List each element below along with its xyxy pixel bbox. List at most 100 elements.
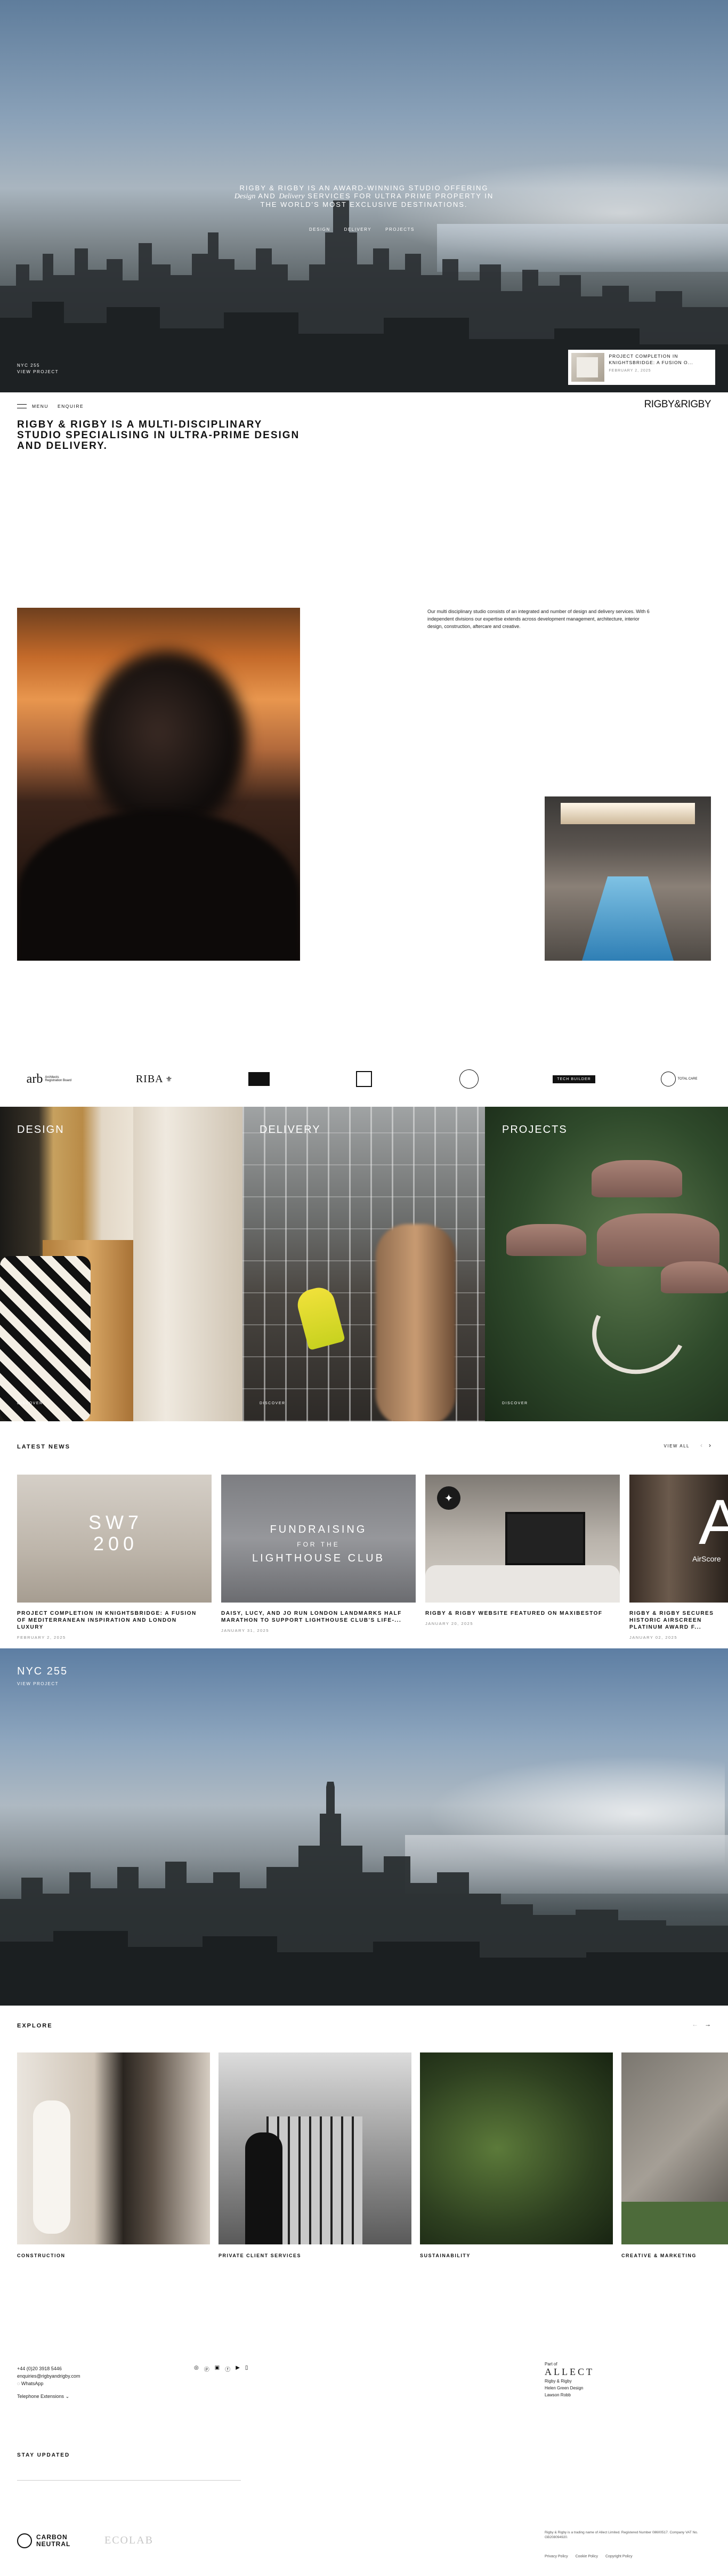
portrait-shoulders bbox=[17, 810, 300, 961]
news-carousel-controls: ‹ › bbox=[700, 1442, 711, 1449]
explore-label: PRIVATE CLIENT SERVICES bbox=[219, 2253, 302, 2258]
service-design-tile[interactable]: DESIGN DISCOVER bbox=[0, 1107, 242, 1421]
service-projects-discover[interactable]: DISCOVER bbox=[502, 1402, 528, 1405]
privacy-policy-link[interactable]: Privacy Policy bbox=[545, 2555, 568, 2558]
newsletter-input-line[interactable] bbox=[17, 2480, 241, 2481]
news-image-letter: A bbox=[699, 1486, 728, 1558]
facebook-icon[interactable]: ⓕ bbox=[225, 2365, 230, 2373]
nyc-project-banner[interactable]: NYC 255 VIEW PROJECT bbox=[0, 1648, 728, 2006]
portrait-silhouette bbox=[86, 650, 246, 832]
menu-button[interactable]: MENU bbox=[32, 404, 48, 409]
instagram-icon[interactable]: ◎ bbox=[194, 2365, 199, 2373]
news-image-text: FUNDRAISING FOR THE LIGHTHOUSE CLUB bbox=[252, 1524, 385, 1564]
projects-roof-2 bbox=[506, 1224, 586, 1256]
explore-figure bbox=[245, 2132, 282, 2244]
design-patterned-cushion bbox=[0, 1256, 91, 1421]
news-card[interactable]: ✦ RIGBY & RIGBY WEBSITE FEATURED ON MAXI… bbox=[425, 1475, 620, 1626]
design-wall-panel bbox=[133, 1107, 242, 1421]
news-card[interactable]: SW7 200 PROJECT COMPLETION IN KNIGHTSBRI… bbox=[17, 1475, 212, 1640]
news-image-text: SW7 200 bbox=[88, 1511, 143, 1555]
arrow-right-icon[interactable]: → bbox=[705, 2020, 711, 2028]
hero-view-project-link[interactable]: VIEW PROJECT bbox=[17, 369, 59, 375]
news-title: DAISY, LUCY, AND JO RUN LONDON LANDMARKS… bbox=[221, 1611, 402, 1623]
latest-news-title: LATEST NEWS bbox=[17, 1444, 71, 1450]
service-delivery-tile[interactable]: DELIVERY DISCOVER bbox=[242, 1107, 485, 1421]
hero-section: RIGBY & RIGBY IS AN AWARD-WINNING STUDIO… bbox=[0, 0, 728, 392]
explore-label: SUSTAINABILITY bbox=[420, 2253, 471, 2258]
news-image-sw7: SW7 200 bbox=[17, 1475, 212, 1603]
brand-link[interactable]: Lawson Robb bbox=[545, 2392, 594, 2398]
hero-news-date: FEBRUARY 2, 2025 bbox=[609, 369, 651, 373]
stay-updated-title: STAY UPDATED bbox=[17, 2452, 70, 2458]
awards-strip: arb Architects Registration Board RIBA ⚜ T… bbox=[17, 1065, 711, 1093]
news-sofa bbox=[425, 1565, 620, 1603]
view-all-link[interactable]: VIEW ALL bbox=[664, 1444, 690, 1448]
footer-email[interactable]: enquiries@rigbyandrigby.com bbox=[17, 2372, 80, 2380]
news-card[interactable]: FUNDRAISING FOR THE LIGHTHOUSE CLUB DAIS… bbox=[221, 1475, 416, 1633]
brand-link[interactable]: Rigby & Rigby bbox=[545, 2378, 594, 2385]
explore-label: CREATIVE & MARKETING bbox=[621, 2253, 697, 2258]
allect-logo[interactable]: ALLECT bbox=[545, 2367, 594, 2377]
explore-card-sustainability[interactable]: SUSTAINABILITY bbox=[420, 2052, 613, 2258]
news-image-laptop: ✦ bbox=[425, 1475, 620, 1603]
explore-carousel-controls: ← → bbox=[692, 2020, 711, 2028]
footer-contact: +44 (0)20 3918 5446 enquiries@rigbyandri… bbox=[17, 2365, 80, 2400]
projects-roof-3 bbox=[597, 1213, 719, 1267]
enquire-button[interactable]: ENQUIRE bbox=[58, 404, 84, 409]
hero-tagline: RIGBY & RIGBY IS AN AWARD-WINNING STUDIO… bbox=[234, 184, 494, 208]
news-title: RIGBY & RIGBY WEBSITE FEATURED ON MAXIBE… bbox=[425, 1611, 603, 1616]
footer-whatsapp[interactable]: ◌ WhatsApp bbox=[17, 2380, 80, 2387]
service-projects-tile[interactable]: PROJECTS DISCOVER bbox=[485, 1107, 728, 1421]
news-title: RIGBY & RIGBY SECURES HISTORIC AIRSCREEN… bbox=[629, 1611, 714, 1630]
news-laptop bbox=[505, 1512, 585, 1565]
intro-body: Our multi disciplinary studio consists o… bbox=[427, 609, 650, 629]
explore-card-private-client[interactable]: PRIVATE CLIENT SERVICES bbox=[219, 2052, 411, 2258]
footer-telephone-extensions[interactable]: Telephone Extensions ⌄ bbox=[17, 2393, 80, 2400]
star-badge-icon: ✦ bbox=[437, 1486, 460, 1510]
banner-title: NYC 255 bbox=[17, 1665, 68, 1677]
hero-news-card[interactable]: PROJECT COMPLETION IN KNIGHTSBRIDGE: A F… bbox=[568, 350, 715, 385]
footer-phone[interactable]: +44 (0)20 3918 5446 bbox=[17, 2365, 80, 2372]
linkedin-icon[interactable]: ▣ bbox=[215, 2365, 220, 2373]
explore-card-creative[interactable]: CREATIVE & MARKETING bbox=[621, 2052, 728, 2258]
social-links: ◎ ⓟ ▣ ⓕ ▶ ▯ bbox=[194, 2365, 248, 2373]
explore-card-construction[interactable]: CONSTRUCTION bbox=[17, 2052, 210, 2258]
brand-link[interactable]: Helen Green Design bbox=[545, 2385, 594, 2392]
pinterest-icon[interactable]: ⓟ bbox=[204, 2365, 209, 2373]
explore-image-construction bbox=[17, 2052, 210, 2244]
hero-project-info: NYC 255 VIEW PROJECT bbox=[17, 363, 59, 375]
legal-text: Rigby & Rigby is a trading name of Allec… bbox=[545, 2531, 698, 2539]
arrow-left-icon[interactable]: ← bbox=[692, 2020, 698, 2028]
hero-project-name: NYC 255 bbox=[17, 363, 40, 368]
hero-link-design[interactable]: DESIGN bbox=[309, 227, 330, 232]
news-date: JANUARY 20, 2025 bbox=[425, 1621, 474, 1626]
service-delivery-discover[interactable]: DISCOVER bbox=[260, 1402, 286, 1405]
phone-icon[interactable]: ▯ bbox=[245, 2365, 248, 2373]
award-riba-logo: RIBA ⚜ bbox=[135, 1073, 173, 1085]
news-date: JANUARY 31, 2025 bbox=[221, 1628, 270, 1633]
portrait-sunset-image bbox=[17, 608, 300, 961]
site-logo[interactable]: RIGBY&RIGBY bbox=[644, 399, 711, 410]
arrow-left-icon[interactable]: ‹ bbox=[700, 1442, 702, 1449]
award-techbuilder-logo: TECH BUILDER bbox=[542, 1068, 606, 1090]
banner-view-project-link[interactable]: VIEW PROJECT bbox=[17, 1681, 59, 1686]
news-card[interactable]: A AirScore RIGBY & RIGBY SECURES HISTORI… bbox=[629, 1475, 728, 1640]
youtube-icon[interactable]: ▶ bbox=[236, 2365, 240, 2373]
award-badge-logo bbox=[332, 1068, 396, 1090]
service-design-discover[interactable]: DISCOVER bbox=[17, 1402, 43, 1405]
service-projects-label: PROJECTS bbox=[502, 1124, 568, 1136]
explore-foliage bbox=[621, 2202, 728, 2244]
carbon-neutral-badge: CARBON NEUTRAL bbox=[17, 2533, 70, 2548]
news-title: PROJECT COMPLETION IN KNIGHTSBRIDGE: A F… bbox=[17, 1611, 197, 1630]
explore-image-sustainability bbox=[420, 2052, 613, 2244]
explore-label: CONSTRUCTION bbox=[17, 2253, 66, 2258]
hero-link-projects[interactable]: PROJECTS bbox=[385, 227, 415, 232]
banner-skyline-image bbox=[0, 1782, 728, 2006]
cookie-policy-link[interactable]: Cookie Policy bbox=[576, 2555, 598, 2558]
chevron-down-icon: ⌄ bbox=[65, 2394, 70, 2399]
arrow-right-icon[interactable]: › bbox=[709, 1442, 711, 1449]
hero-link-delivery[interactable]: DELIVERY bbox=[344, 227, 371, 232]
copyright-policy-link[interactable]: Copyright Policy bbox=[605, 2555, 633, 2558]
award-book-logo bbox=[227, 1068, 291, 1090]
menu-icon[interactable] bbox=[17, 404, 27, 408]
